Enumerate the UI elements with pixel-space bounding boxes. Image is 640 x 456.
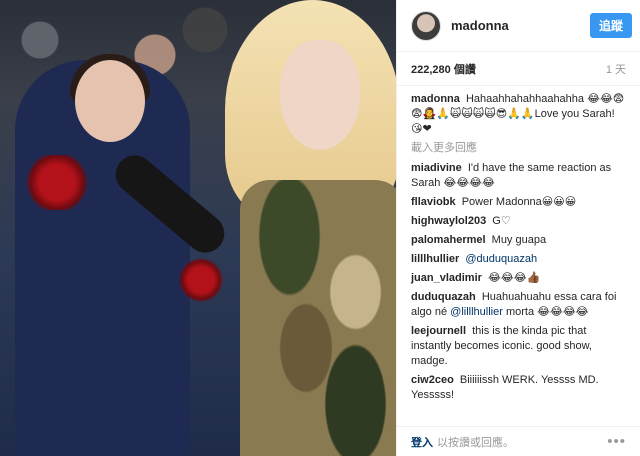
blonde-face — [280, 40, 360, 150]
comments-list: madonna Hahaahhahahhaahahha 😂😂😨😨🧛‍♀️🙏🙀🙀🙀… — [397, 86, 640, 403]
comment-text: Muy guapa — [491, 234, 547, 246]
post-sidebar: madonna 追蹤 222,280 個讚 1 天 madonna Hahaah… — [396, 0, 640, 456]
post-header: madonna 追蹤 — [397, 0, 640, 52]
avatar[interactable] — [411, 10, 441, 41]
camo-dress — [240, 180, 396, 456]
blonde-woman-figure — [225, 0, 396, 456]
footer-text: 以按讚或回應。 — [437, 436, 514, 449]
comment: palomahermel Muy guapa — [411, 233, 626, 248]
comment: miadivine I'd have the same reaction as … — [411, 161, 626, 191]
comment-mention[interactable]: @duduquazah — [465, 253, 537, 265]
red-feather-cuff — [22, 155, 92, 210]
comment-text: G♡ — [492, 215, 511, 227]
load-more-comments[interactable]: 載入更多回應 — [411, 141, 626, 156]
woman-left-face — [75, 60, 145, 142]
comment-username[interactable]: palomahermel — [411, 234, 486, 246]
caption-username[interactable]: madonna — [411, 93, 460, 105]
red-feather-cuff-right — [178, 258, 224, 302]
comment-username[interactable]: juan_vladimir — [411, 272, 482, 284]
comment-text-end: morta 😂😂😂😂 — [505, 306, 589, 318]
follow-button[interactable]: 追蹤 — [589, 13, 632, 38]
comment-username[interactable]: duduquazah — [411, 291, 476, 303]
likes-count[interactable]: 222,280 個讚 — [411, 61, 476, 77]
comment: duduquazah Huahuahuahu essa cara foi alg… — [411, 290, 626, 320]
post-footer: 登入 以按讚或回應。 ••• — [397, 426, 640, 456]
more-options-icon[interactable]: ••• — [607, 433, 626, 450]
comment-username[interactable]: lilllhullier — [411, 253, 459, 265]
comment: lilllhullier @duduquazah — [411, 252, 626, 267]
post-meta: 222,280 個讚 1 天 — [397, 52, 640, 86]
comment-username[interactable]: miadivine — [411, 162, 462, 174]
comment-username[interactable]: highwaylol203 — [411, 215, 486, 227]
comment-username[interactable]: fllaviobk — [411, 196, 456, 208]
comment: juan_vladimir 😂😂😂👍🏾 — [411, 271, 626, 286]
comment-username[interactable]: ciw2ceo — [411, 374, 454, 386]
comment-username[interactable]: leejournell — [411, 325, 466, 337]
post-photo[interactable] — [0, 0, 396, 456]
comment: leejournell this is the kinda pic that i… — [411, 324, 626, 369]
caption: madonna Hahaahhahahhaahahha 😂😂😨😨🧛‍♀️🙏🙀🙀🙀… — [411, 92, 626, 137]
comment: ciw2ceo Biiiiiissh WERK. Yessss MD. Yess… — [411, 373, 626, 403]
comment-mention[interactable]: @lilllhullier — [450, 306, 503, 318]
woman-left-figure — [15, 54, 190, 456]
comment-text: Power Madonna😀😀😀 — [461, 196, 577, 208]
instagram-post: madonna 追蹤 222,280 個讚 1 天 madonna Hahaah… — [0, 0, 640, 456]
username[interactable]: madonna — [451, 18, 590, 33]
comment: fllaviobk Power Madonna😀😀😀 — [411, 195, 626, 210]
comment-text: 😂😂😂👍🏾 — [487, 272, 541, 284]
comment: highwaylol203 G♡ — [411, 214, 626, 229]
post-time[interactable]: 1 天 — [606, 61, 626, 77]
login-link[interactable]: 登入 — [411, 434, 433, 450]
